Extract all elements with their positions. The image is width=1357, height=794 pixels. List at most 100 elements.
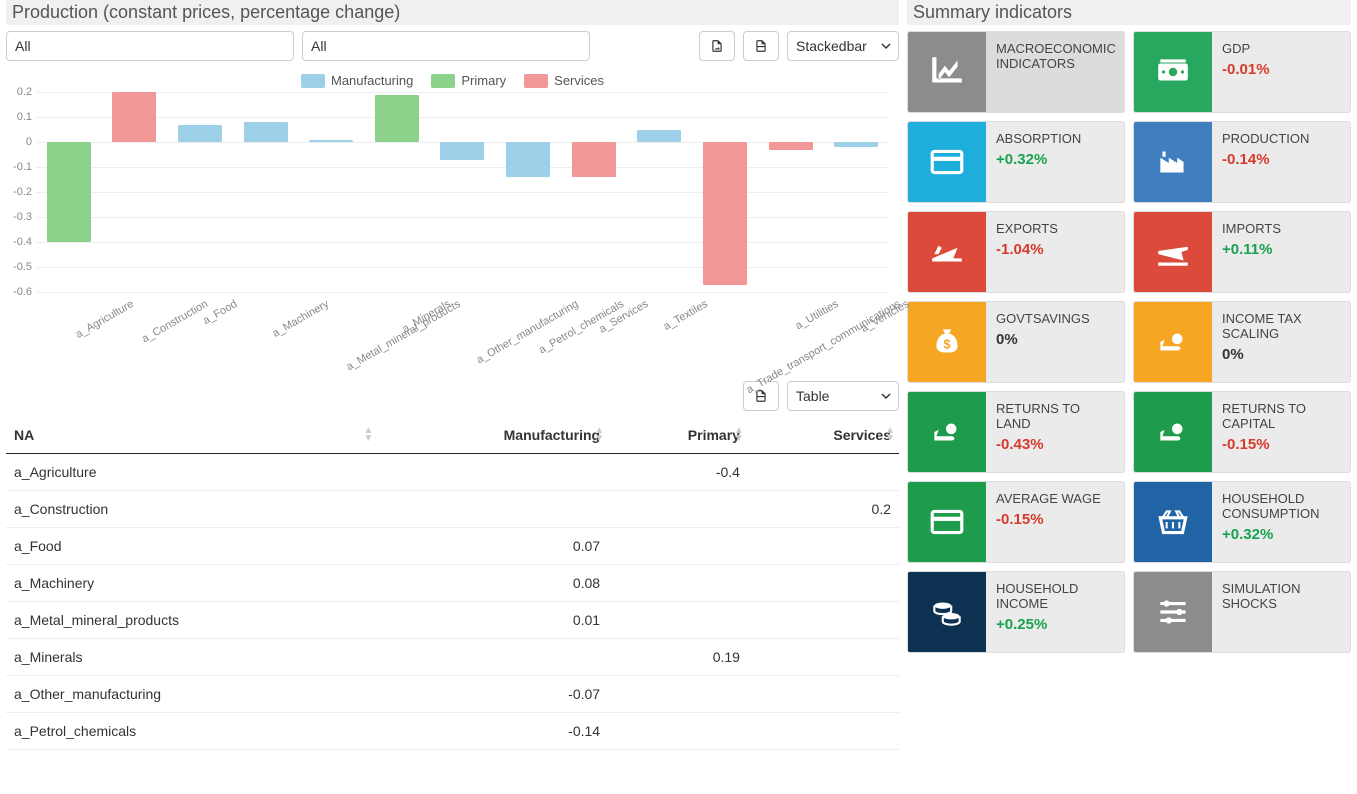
table-row: a_Food0.07	[6, 528, 899, 565]
main-title: Production (constant prices, percentage …	[6, 0, 899, 25]
bar[interactable]	[637, 130, 681, 143]
summary-card[interactable]: HOUSEHOLD INCOME+0.25%	[907, 571, 1125, 653]
table-cell: 0.19	[608, 639, 748, 676]
legend-item[interactable]: Services	[524, 73, 604, 88]
card-title: ABSORPTION	[996, 132, 1116, 147]
card-title: AVERAGE WAGE	[996, 492, 1116, 507]
card-title: EXPORTS	[996, 222, 1116, 237]
bar-slot[interactable]	[364, 92, 430, 292]
table-header[interactable]: Primary▲▼	[608, 417, 748, 454]
summary-card[interactable]: RETURNS TO CAPITAL-0.15%	[1133, 391, 1351, 473]
table-cell: a_Minerals	[6, 639, 377, 676]
legend-item[interactable]: Manufacturing	[301, 73, 413, 88]
table-cell	[377, 454, 608, 491]
summary-card[interactable]: SIMULATION SHOCKS	[1133, 571, 1351, 653]
data-table-scroll[interactable]: NA▲▼Manufacturing▲▼Primary▲▼Services▲▼ a…	[6, 417, 899, 788]
summary-card[interactable]: GDP -0.01%	[1133, 31, 1351, 113]
table-row: a_Metal_mineral_products0.01	[6, 602, 899, 639]
bar-slot[interactable]	[102, 92, 168, 292]
table-cell	[748, 676, 899, 713]
table-cell: 0.07	[377, 528, 608, 565]
bar-slot[interactable]	[561, 92, 627, 292]
file-csv-icon: CSV	[754, 39, 768, 53]
table-header[interactable]: NA▲▼	[6, 417, 377, 454]
bar[interactable]	[572, 142, 616, 177]
bar[interactable]	[47, 142, 91, 242]
file-image-icon	[710, 39, 724, 53]
chart-area: ManufacturingPrimaryServices 0.20.10-0.1…	[6, 65, 899, 375]
y-tick: 0.1	[6, 111, 32, 123]
bar-slot[interactable]	[495, 92, 561, 292]
summary-card[interactable]: HOUSEHOLD CONSUMPTION+0.32%	[1133, 481, 1351, 563]
card-title: SIMULATION SHOCKS	[1222, 582, 1342, 612]
bar-slot[interactable]	[758, 92, 824, 292]
summary-card[interactable]: IMPORTS+0.11%	[1133, 211, 1351, 293]
table-cell	[748, 565, 899, 602]
table-row: a_Petrol_chemicals-0.14	[6, 713, 899, 750]
y-tick: -0.1	[6, 161, 32, 173]
bar-slot[interactable]	[233, 92, 299, 292]
legend-label: Services	[554, 73, 604, 88]
bar-slot[interactable]	[36, 92, 102, 292]
table-cell	[748, 454, 899, 491]
summary-card[interactable]: GOVTSAVINGS0%	[907, 301, 1125, 383]
card-value: 0%	[996, 331, 1116, 348]
bar[interactable]	[178, 125, 222, 143]
table-view-select[interactable]	[787, 381, 899, 411]
chart-type-select[interactable]	[787, 31, 899, 61]
basket-icon	[1134, 482, 1212, 562]
x-tick-label: a_Machinery	[270, 298, 331, 340]
card-icon	[908, 122, 986, 202]
svg-text:CSV: CSV	[758, 47, 764, 51]
legend-swatch	[524, 74, 548, 88]
plane-down-icon	[1134, 212, 1212, 292]
bar-slot[interactable]	[626, 92, 692, 292]
filter-input-2[interactable]	[302, 31, 590, 61]
bar-slot[interactable]	[823, 92, 889, 292]
bar[interactable]	[309, 140, 353, 143]
bar[interactable]	[244, 122, 288, 142]
table-cell	[608, 491, 748, 528]
sort-icon: ▲▼	[885, 427, 895, 443]
bar[interactable]	[440, 142, 484, 160]
y-tick: -0.4	[6, 236, 32, 248]
table-row: a_Agriculture-0.4	[6, 454, 899, 491]
bar[interactable]	[769, 142, 813, 150]
card-title: GDP	[1222, 42, 1342, 57]
bar-slot[interactable]	[430, 92, 496, 292]
summary-card[interactable]: RETURNS TO LAND-0.43%	[907, 391, 1125, 473]
data-table: NA▲▼Manufacturing▲▼Primary▲▼Services▲▼ a…	[6, 417, 899, 750]
legend-label: Primary	[461, 73, 506, 88]
legend-item[interactable]: Primary	[431, 73, 506, 88]
bar[interactable]	[112, 92, 156, 142]
table-row: a_Construction0.2	[6, 491, 899, 528]
export-csv-button[interactable]: CSV	[743, 31, 779, 61]
bar-slot[interactable]	[167, 92, 233, 292]
summary-card[interactable]: ABSORPTION+0.32%	[907, 121, 1125, 203]
sort-icon: ▲▼	[594, 427, 604, 443]
export-image-button[interactable]	[699, 31, 735, 61]
table-header[interactable]: Manufacturing▲▼	[377, 417, 608, 454]
table-cell: a_Metal_mineral_products	[6, 602, 377, 639]
table-cell: a_Agriculture	[6, 454, 377, 491]
card-value: -1.04%	[996, 241, 1116, 258]
bar[interactable]	[506, 142, 550, 177]
table-header[interactable]: Services▲▼	[748, 417, 899, 454]
sort-icon: ▲▼	[734, 427, 744, 443]
y-tick: -0.2	[6, 186, 32, 198]
card-value: -0.01%	[1222, 61, 1342, 78]
bar[interactable]	[703, 142, 747, 285]
summary-card[interactable]: PRODUCTION-0.14%	[1133, 121, 1351, 203]
summary-card[interactable]: INCOME TAX SCALING0%	[1133, 301, 1351, 383]
card-title: RETURNS TO LAND	[996, 402, 1116, 432]
bar-slot[interactable]	[692, 92, 758, 292]
summary-card[interactable]: AVERAGE WAGE-0.15%	[907, 481, 1125, 563]
bar[interactable]	[375, 95, 419, 143]
table-cell	[748, 713, 899, 750]
bar-slot[interactable]	[298, 92, 364, 292]
bar[interactable]	[834, 142, 878, 147]
summary-card[interactable]: MACROECONOMIC INDICATORS	[907, 31, 1125, 113]
filter-input-1[interactable]	[6, 31, 294, 61]
card-title: PRODUCTION	[1222, 132, 1342, 147]
summary-card[interactable]: EXPORTS -1.04%	[907, 211, 1125, 293]
